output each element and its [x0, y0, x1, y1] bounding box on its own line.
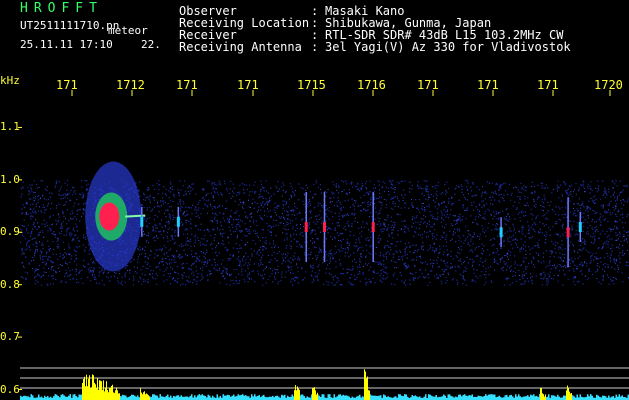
- level-burst: [540, 387, 546, 400]
- echo-spot: [371, 222, 375, 233]
- echo-spot: [578, 222, 582, 233]
- spectrogram-plot: [18, 90, 629, 400]
- echo-spot: [304, 222, 308, 233]
- level-burst: [364, 369, 370, 400]
- echo-spot: [140, 216, 144, 227]
- level-burst: [312, 387, 318, 400]
- echo-spot: [566, 227, 570, 238]
- echo-core: [99, 202, 120, 231]
- echo-spot: [499, 227, 503, 238]
- echo-spot: [323, 222, 326, 233]
- level-burst: [140, 388, 150, 400]
- level-burst: [294, 385, 300, 400]
- echo-spot: [176, 216, 180, 227]
